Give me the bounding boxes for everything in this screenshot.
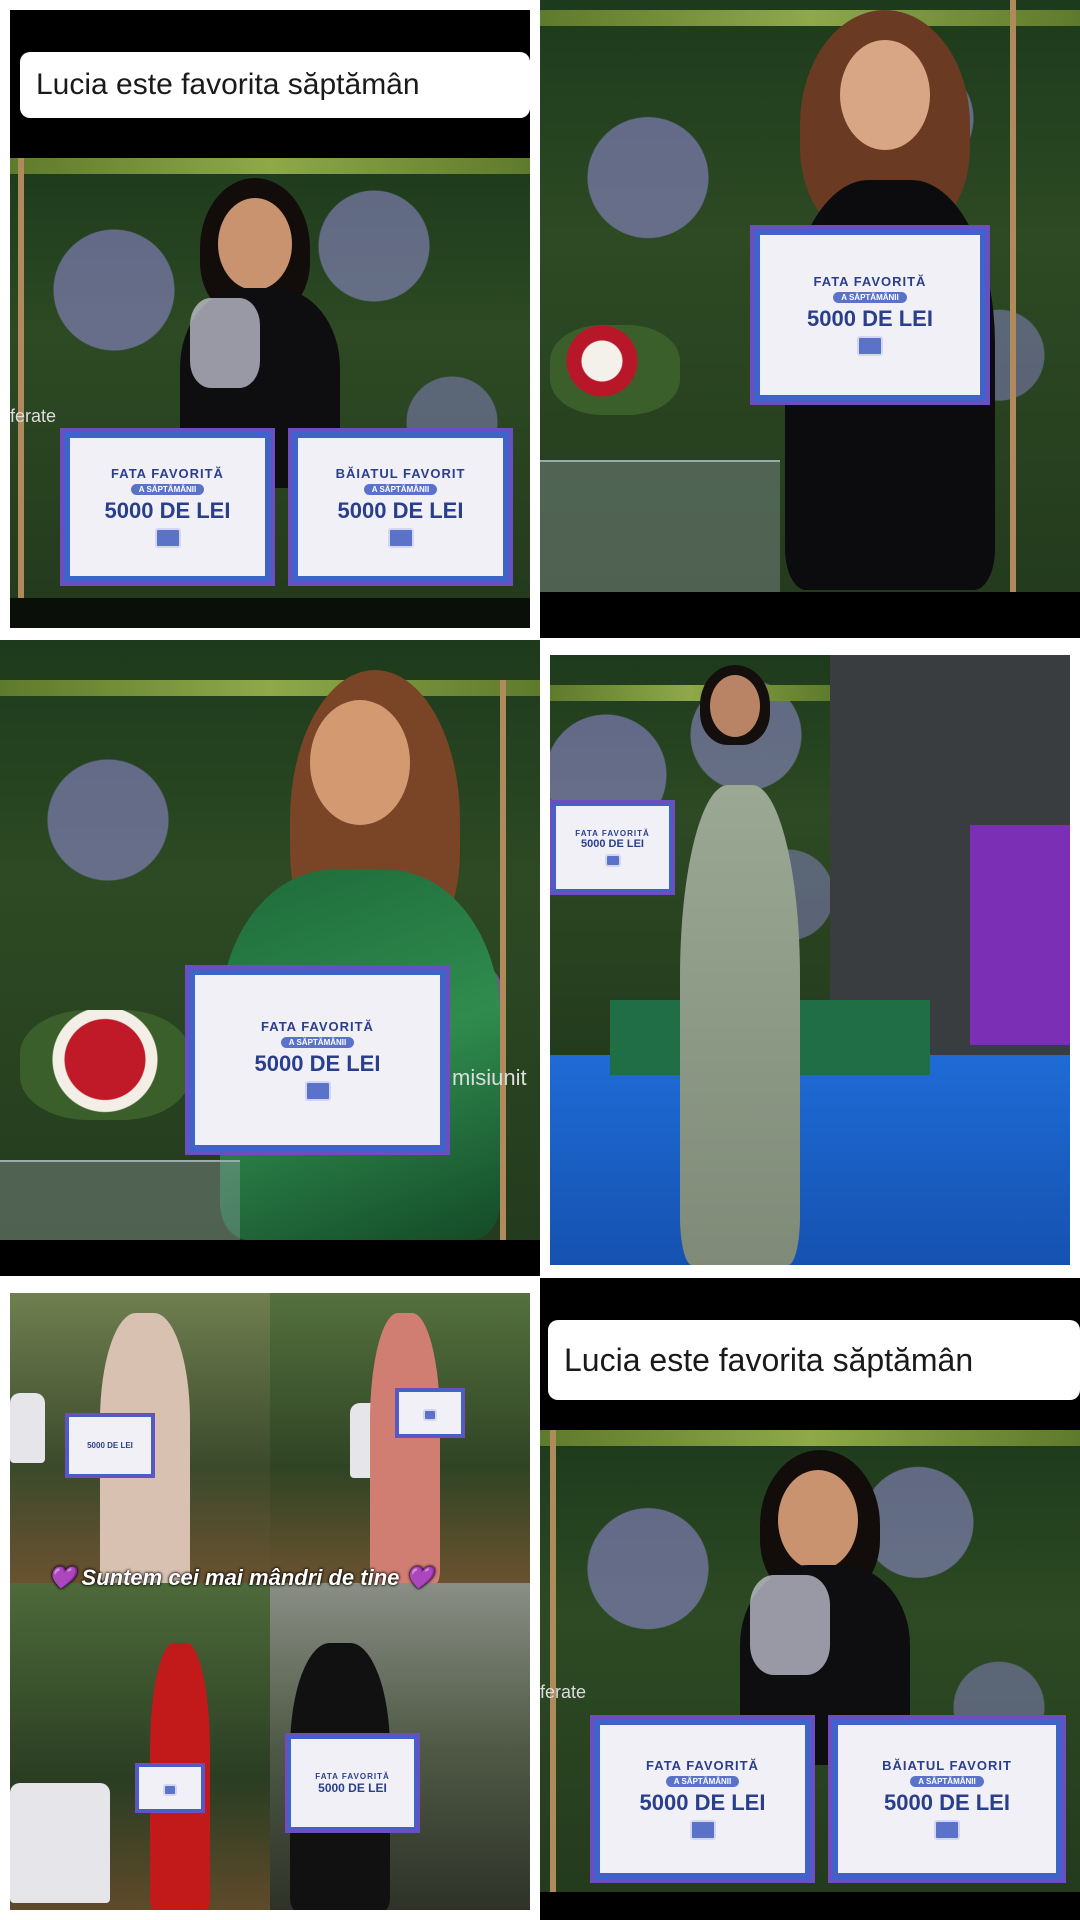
sign-amount: 5000 DE LEI: [581, 837, 644, 850]
flower-bouquet: [550, 325, 680, 415]
show-logo-icon: [304, 1081, 331, 1101]
studio-scene: FATA FAVORITĂ A SĂPTĂMÂNII 5000 DE LEI: [540, 0, 1080, 592]
sign-title: BĂIATUL FAVORIT: [882, 1758, 1012, 1773]
purple-heart-icon: 💜: [405, 1565, 433, 1590]
caption-banner: Lucia este favorita săptămân: [548, 1320, 1080, 1400]
sign-amount: 5000 DE LEI: [884, 1790, 1010, 1815]
sign-amount: 5000 DE LEI: [104, 498, 231, 523]
sign-subtitle: A SĂPTĂMÂNII: [130, 484, 205, 495]
sign-title: FATA FAVORITĂ: [261, 1019, 374, 1034]
contestant: [670, 665, 810, 1265]
studio-scene: FATA FAVORITĂ A SĂPTĂMÂNII 5000 DE LEI B…: [540, 1430, 1080, 1892]
watermark: ferate: [10, 406, 57, 426]
sign-title: FATA FAVORITĂ: [575, 828, 650, 838]
studio-scene: FATA FAVORITĂ A SĂPTĂMÂNII 5000 DE LEI m…: [0, 640, 540, 1240]
sign-fata-favorita: FATA FAVORITĂ A SĂPTĂMÂNII 5000 DE LEI: [185, 965, 450, 1155]
sign-baiatul-favorit: BĂIATUL FAVORIT A SĂPTĂMÂNII 5000 DE LEI: [828, 1715, 1066, 1883]
collage-photo-2: [270, 1293, 530, 1583]
sign-fata-favorita: FATA FAVORITĂ 5000 DE LEI: [550, 800, 675, 895]
sign-amount: 5000 DE LEI: [639, 1790, 766, 1815]
show-logo-icon: [604, 853, 621, 867]
sign-fata-favorita: FATA FAVORITĂ A SĂPTĂMÂNII 5000 DE LEI: [750, 225, 990, 405]
sign-title: FATA FAVORITĂ: [646, 1758, 759, 1773]
tile-top-left: Lucia este favorita săptămân FATA FAVORI…: [10, 10, 530, 628]
sign-fata-favorita: FATA FAVORITĂ A SĂPTĂMÂNII 5000 DE LEI: [60, 428, 275, 586]
tile-bottom-left-collage: 5000 DE LEI FATA FAVORITĂ 5000 DE LEI 💜 …: [10, 1293, 530, 1910]
sign-amount: 5000 DE LEI: [254, 1051, 381, 1076]
collage-photo-3: [10, 1583, 270, 1910]
collage-photo-4: FATA FAVORITĂ 5000 DE LEI: [270, 1583, 530, 1910]
glass-table: [540, 460, 780, 592]
glass-table: [0, 1160, 240, 1240]
overlay-message: Suntem cei mai mândri de tine: [81, 1565, 400, 1590]
collage-overlay-text: 💜 Suntem cei mai mândri de tine 💜: [48, 1565, 433, 1591]
tile-top-right: FATA FAVORITĂ A SĂPTĂMÂNII 5000 DE LEI: [540, 0, 1080, 638]
sign-fata-favorita: FATA FAVORITĂ 5000 DE LEI: [285, 1733, 420, 1833]
flower-bouquet: [20, 1010, 190, 1120]
show-logo-icon: [154, 528, 181, 548]
sign-subtitle: A SĂPTĂMÂNII: [910, 1776, 984, 1787]
studio-scene: FATA FAVORITĂ A SĂPTĂMÂNII 5000 DE LEI B…: [10, 158, 530, 598]
sign-baiatul-favorit: BĂIATUL FAVORIT A SĂPTĂMÂNII 5000 DE LEI: [288, 428, 513, 586]
letterbox-bottom: [540, 592, 1080, 638]
sign-title: FATA FAVORITĂ: [111, 466, 224, 481]
show-logo-icon: [857, 336, 883, 356]
caption-banner: Lucia este favorita săptămân: [20, 52, 530, 118]
show-logo-icon: [689, 1820, 716, 1840]
purple-heart-icon: 💜: [48, 1565, 76, 1590]
letterbox-bottom: [540, 1892, 1080, 1920]
sign-fata-favorita: FATA FAVORITĂ A SĂPTĂMÂNII 5000 DE LEI: [590, 1715, 815, 1883]
collage-photo-1: 5000 DE LEI: [10, 1293, 270, 1583]
sign-title: BĂIATUL FAVORIT: [335, 466, 466, 481]
caption-text: Lucia este favorita săptămân: [36, 68, 420, 101]
watermark: misiunit: [452, 1065, 527, 1090]
tile-middle-right: FATA FAVORITĂ 5000 DE LEI: [550, 655, 1070, 1265]
sign-fata-favorita: [395, 1388, 465, 1438]
sign-title: FATA FAVORITĂ: [813, 274, 927, 289]
letterbox-bottom: [0, 1240, 540, 1276]
show-logo-icon: [387, 528, 414, 548]
sign-subtitle: A SĂPTĂMÂNII: [280, 1037, 355, 1048]
watermark: ferate: [540, 1682, 587, 1702]
presenter: [740, 1450, 910, 1765]
caption-text: Lucia este favorita săptămân: [564, 1341, 974, 1378]
tile-middle-left: FATA FAVORITĂ A SĂPTĂMÂNII 5000 DE LEI m…: [0, 640, 540, 1276]
sign-subtitle: A SĂPTĂMÂNII: [363, 484, 438, 495]
sign-fata-favorita: 5000 DE LEI: [65, 1413, 155, 1478]
purple-door: [970, 825, 1070, 1045]
show-logo-icon: [934, 1820, 960, 1840]
sign-fata-favorita: [135, 1763, 205, 1813]
blue-floor: [550, 1055, 1070, 1265]
sign-subtitle: A SĂPTĂMÂNII: [665, 1776, 740, 1787]
tile-bottom-right: Lucia este favorita săptămân FATA FAVORI…: [540, 1278, 1080, 1920]
sign-amount: 5000 DE LEI: [337, 498, 464, 523]
sign-amount: 5000 DE LEI: [807, 306, 933, 331]
sign-subtitle: A SĂPTĂMÂNII: [833, 292, 907, 303]
